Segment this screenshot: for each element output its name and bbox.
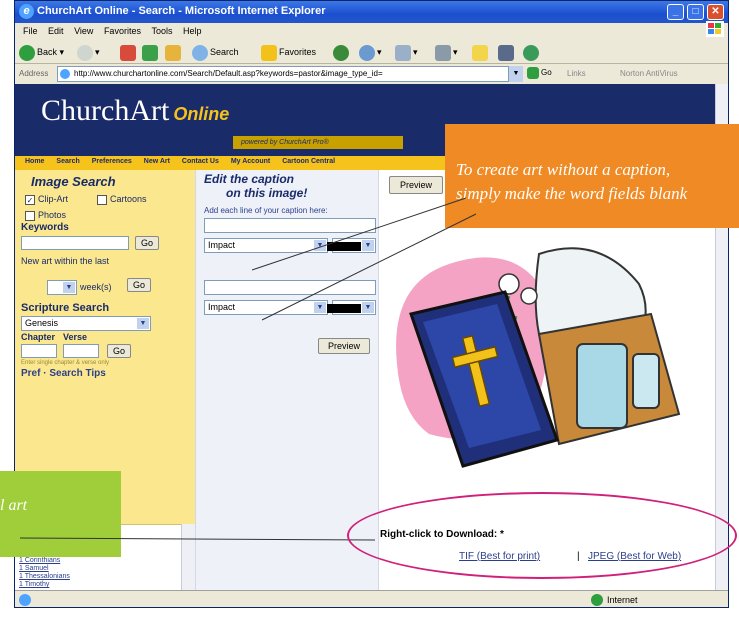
download-highlight-ellipse xyxy=(347,492,737,579)
screenshot-stage: e ChurchArt Online - Search - Microsoft … xyxy=(0,0,739,618)
leader-line-caption1 xyxy=(251,197,467,271)
leader-line-caption2 xyxy=(261,213,477,321)
leader-line-download xyxy=(19,537,376,541)
